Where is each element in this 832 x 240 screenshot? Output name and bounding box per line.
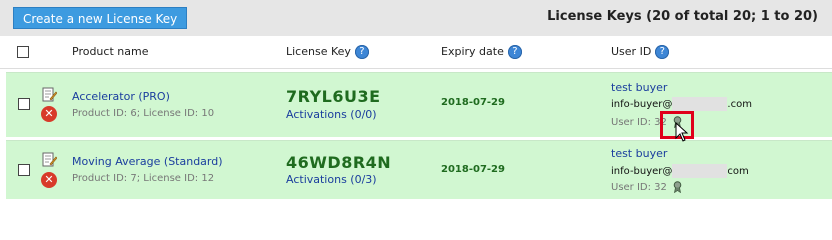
expiry-date: 2018-07-29 — [441, 97, 505, 108]
table-header: Product name License Key? Expiry date? U… — [0, 36, 832, 69]
column-header-user-id: User ID? — [611, 45, 670, 59]
license-key: 7RYL6U3E — [286, 87, 381, 106]
table-row: ✕ Accelerator (PRO) Product ID: 6; Licen… — [6, 72, 832, 137]
edit-icon[interactable] — [41, 152, 57, 168]
column-header-license-key-label: License Key — [286, 45, 351, 58]
user-email: info-buyer@ com — [611, 164, 749, 178]
email-prefix: info-buyer@ — [611, 166, 673, 177]
user-id-text: User ID: 32 — [611, 117, 667, 128]
edit-icon[interactable] — [41, 87, 57, 103]
user-id: User ID: 32 — [611, 181, 682, 193]
user-id-text: User ID: 32 — [611, 182, 667, 193]
product-meta: Product ID: 6; License ID: 10 — [72, 108, 215, 119]
product-meta: Product ID: 7; License ID: 12 — [72, 173, 215, 184]
email-prefix: info-buyer@ — [611, 99, 673, 110]
expiry-date: 2018-07-29 — [441, 164, 505, 175]
help-icon[interactable]: ? — [655, 45, 670, 59]
column-header-license-key: License Key? — [286, 45, 369, 59]
product-name-link[interactable]: Accelerator (PRO) — [72, 90, 170, 103]
user-badge-icon[interactable] — [673, 181, 682, 193]
email-suffix: .com — [727, 99, 752, 110]
email-suffix: com — [727, 166, 749, 177]
delete-icon[interactable]: ✕ — [41, 106, 57, 122]
product-name-link[interactable]: Moving Average (Standard) — [72, 155, 223, 168]
activations-link[interactable]: Activations (0/0) — [286, 108, 377, 121]
row-checkbox[interactable] — [18, 164, 30, 176]
column-header-product: Product name — [72, 45, 149, 58]
help-icon[interactable]: ? — [354, 45, 369, 59]
license-key: 46WD8R4N — [286, 153, 392, 172]
user-email: info-buyer@ .com — [611, 97, 752, 111]
column-header-user-id-label: User ID — [611, 45, 652, 58]
user-name-link[interactable]: test buyer — [611, 81, 667, 94]
row-checkbox[interactable] — [18, 98, 30, 110]
create-license-key-button[interactable]: Create a new License Key — [13, 7, 188, 29]
mouse-cursor-icon — [675, 122, 689, 142]
help-icon[interactable]: ? — [507, 45, 522, 59]
select-all-checkbox[interactable] — [17, 46, 29, 58]
user-name-link[interactable]: test buyer — [611, 147, 667, 160]
activations-link[interactable]: Activations (0/3) — [286, 173, 377, 186]
toolbar: Create a new License Key License Keys (2… — [0, 0, 832, 36]
email-redacted — [672, 164, 728, 178]
column-header-expiry: Expiry date? — [441, 45, 522, 59]
email-redacted — [672, 97, 728, 111]
table-row: ✕ Moving Average (Standard) Product ID: … — [6, 140, 832, 199]
column-header-expiry-label: Expiry date — [441, 45, 504, 58]
page-title: License Keys (20 of total 20; 1 to 20) — [547, 9, 818, 24]
delete-icon[interactable]: ✕ — [41, 172, 57, 188]
